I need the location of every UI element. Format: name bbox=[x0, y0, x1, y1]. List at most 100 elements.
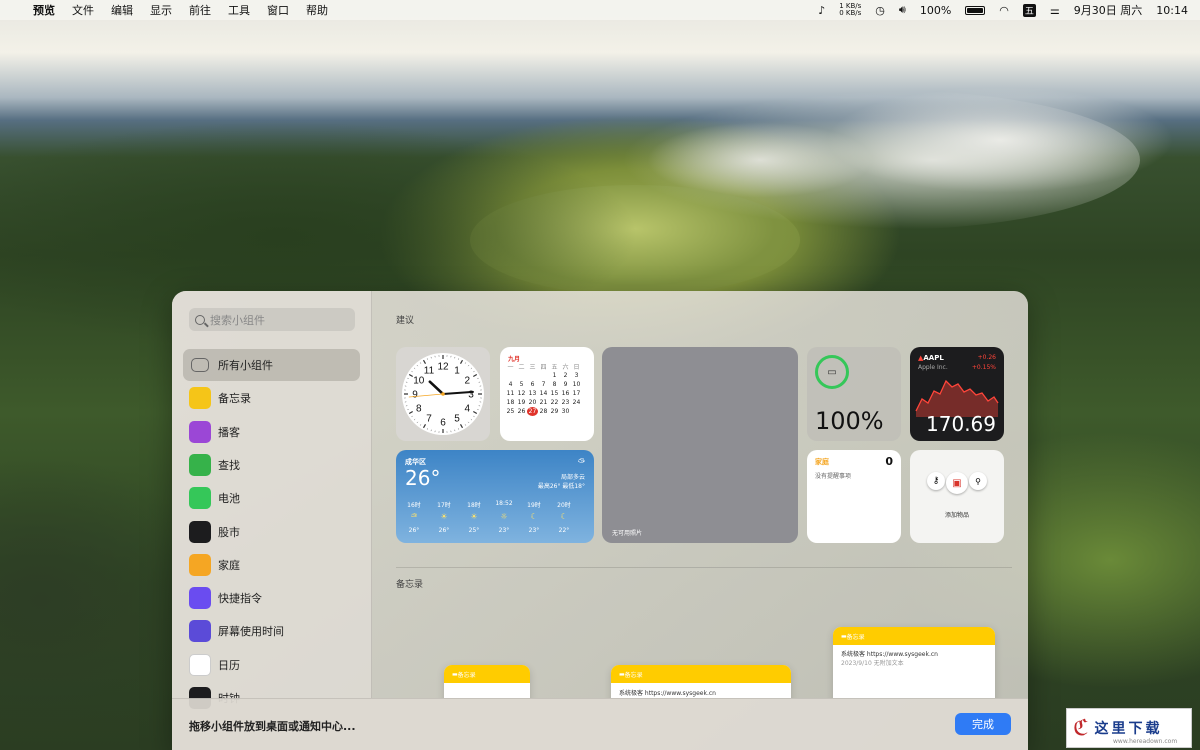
menu-view[interactable]: 显示 bbox=[150, 2, 172, 18]
screen-time-icon bbox=[189, 620, 211, 643]
forecast-weather-icon: ☾ bbox=[530, 512, 538, 521]
clock-number: 9 bbox=[412, 390, 418, 401]
sidebar-item-shortcuts[interactable]: 快捷指令 bbox=[183, 582, 360, 614]
calendar-day: 9 bbox=[563, 381, 568, 388]
sidebar-item-screen-time[interactable]: 屏幕使用时间 bbox=[183, 615, 360, 647]
note-header: 备忘录 bbox=[624, 671, 643, 679]
watermark-logo: ℭ 这里下载 www.hereadown.com bbox=[1066, 708, 1192, 748]
calendar-day bbox=[538, 371, 549, 380]
menu-edit[interactable]: 编辑 bbox=[111, 2, 133, 18]
forecast-weather-icon: ☾ bbox=[560, 512, 568, 521]
wifi-icon[interactable]: ◠ bbox=[999, 4, 1009, 17]
notes-widget-medium[interactable]: ▬ 备忘录 系统极客 https://www.sysgeek.cn bbox=[611, 665, 791, 698]
calendar-day: 8 bbox=[552, 381, 557, 388]
findmy-label: 添加物品 bbox=[944, 512, 969, 519]
note-line2: 2023/9/10 无附加文本 bbox=[841, 660, 904, 667]
sidebar-item-battery[interactable]: 电池 bbox=[183, 482, 360, 514]
calendar-day: 10 bbox=[572, 381, 581, 388]
calendar-weekday: 二 bbox=[518, 364, 525, 371]
findmy-widget[interactable]: ⚷ ▣ ⚲ 添加物品 bbox=[910, 450, 1004, 543]
watermark-swoosh-icon: ℭ bbox=[1073, 715, 1089, 741]
clock-number: 4 bbox=[464, 404, 470, 415]
photos-widget[interactable]: 无可用照片 bbox=[602, 347, 798, 543]
clock-number: 6 bbox=[440, 418, 446, 429]
calendar-widget[interactable]: 九月 一二三四五六日 1 2 3 4 5 6 7 8 9 10 11 12 13 14 15 16 17 18 19 2… bbox=[500, 347, 594, 441]
backpack-icon: ▣ bbox=[946, 472, 968, 494]
sidebar-item-label: 播客 bbox=[218, 425, 240, 439]
notes-widget-small[interactable]: ▬ 备忘录 bbox=[444, 665, 530, 698]
clock-widget[interactable]: 12 1 2 3 4 5 6 7 8 9 10 11 bbox=[396, 347, 490, 441]
calendar-day: 5 bbox=[519, 381, 524, 388]
time-machine-icon[interactable]: ◷ bbox=[875, 4, 885, 17]
forecast-weather-icon: ☀︎ bbox=[440, 512, 448, 521]
sidebar-item-label: 查找 bbox=[218, 458, 240, 472]
sidebar-item-notes[interactable]: 备忘录 bbox=[183, 382, 360, 414]
calendar-day bbox=[516, 371, 527, 380]
calendar-day: 14 bbox=[539, 390, 548, 397]
menu-file[interactable]: 文件 bbox=[72, 2, 94, 18]
sidebar-item-widgets[interactable]: 所有小组件 bbox=[183, 349, 360, 381]
forecast-time: 16时 bbox=[407, 502, 421, 509]
calendar-day bbox=[527, 371, 538, 380]
menu-help[interactable]: 帮助 bbox=[306, 2, 328, 18]
calendar-day: 15 bbox=[550, 390, 559, 397]
input-method-icon[interactable]: 五 bbox=[1022, 3, 1036, 17]
music-icon[interactable]: ♪ bbox=[818, 4, 825, 17]
calendar-day: 19 bbox=[517, 399, 526, 406]
menu-go[interactable]: 前往 bbox=[189, 2, 211, 18]
calendar-day: 27 bbox=[527, 407, 538, 416]
battery-percent[interactable]: 100% bbox=[920, 4, 951, 17]
sidebar-item-label: 日历 bbox=[218, 658, 240, 672]
sidebar-item-podcasts[interactable]: 播客 bbox=[183, 416, 360, 448]
weather-widget[interactable]: 成华区 26° ⛅︎ 局部多云 最高26° 最低18° 16时 ⛅︎ 26° 17时 ☀… bbox=[396, 450, 594, 543]
forecast-temp: 23° bbox=[528, 527, 540, 534]
calendar-weekday: 三 bbox=[529, 364, 536, 371]
done-button[interactable]: 完成 bbox=[955, 713, 1011, 735]
search-field[interactable]: 搜索小组件 bbox=[189, 308, 355, 331]
battery-widget[interactable]: ▭ 100% bbox=[807, 347, 901, 441]
clock-number: 5 bbox=[454, 414, 460, 425]
weather-cond: 局部多云 bbox=[560, 474, 585, 481]
sidebar-item-find-my[interactable]: 查找 bbox=[183, 449, 360, 481]
weather-temp: 26° bbox=[405, 466, 441, 490]
home-widget[interactable]: 家庭 0 没有提醒事项 bbox=[807, 450, 901, 543]
sidebar-item-stocks[interactable]: 股市 bbox=[183, 516, 360, 548]
calendar-day bbox=[571, 407, 582, 416]
menu-window[interactable]: 窗口 bbox=[267, 2, 289, 18]
key-icon: ⚷ bbox=[927, 472, 945, 490]
note-header: 备忘录 bbox=[457, 671, 476, 679]
menu-time[interactable]: 10:14 bbox=[1156, 4, 1188, 17]
stocks-icon bbox=[189, 520, 211, 543]
control-center-icon[interactable]: ⚌ bbox=[1050, 4, 1060, 17]
notes-widget-large[interactable]: ▬ 备忘录 系统极客 https://www.sysgeek.cn 2023/9… bbox=[833, 627, 995, 698]
menu-date[interactable]: 9月30日 周六 bbox=[1074, 2, 1143, 18]
battery-value: 100% bbox=[815, 407, 884, 435]
stocks-widget[interactable]: ▲AAPL Apple Inc. +0.26 +0.15% 170.69 bbox=[910, 347, 1004, 441]
forecast-time: 18时 bbox=[467, 502, 481, 509]
calendar-day: 24 bbox=[572, 399, 581, 406]
calendar-day: 23 bbox=[561, 399, 570, 406]
volume-icon[interactable]: 🔊︎ bbox=[899, 3, 906, 17]
home-text: 没有提醒事项 bbox=[815, 473, 852, 480]
clock-face: 12 1234567891011 bbox=[402, 353, 484, 435]
sidebar-item-home[interactable]: 家庭 bbox=[183, 549, 360, 581]
battery-icon[interactable] bbox=[965, 5, 986, 15]
sidebar-item-label: 快捷指令 bbox=[218, 592, 262, 606]
menu-app-preview[interactable]: 预览 bbox=[33, 2, 55, 18]
widget-gallery-panel: 搜索小组件 所有小组件备忘录播客查找电池股市家庭快捷指令屏幕使用时间日历时钟 建… bbox=[172, 291, 1028, 750]
sidebar-item-label: 所有小组件 bbox=[218, 359, 273, 372]
menu-tools[interactable]: 工具 bbox=[228, 2, 250, 18]
calendar-grid: 一二三四五六日 1 2 3 4 5 6 7 8 9 10 11 12 13 14 15 16 17 18 19 20 21… bbox=[505, 362, 582, 416]
forecast-temp: 25° bbox=[468, 527, 480, 534]
calendar-day: 2 bbox=[563, 372, 568, 379]
search-icon bbox=[195, 314, 205, 325]
menu-bar: 预览 文件 编辑 显示 前往 工具 窗口 帮助 ♪ 1 KB/s 0 KB/s ◷… bbox=[0, 0, 1200, 20]
calendar-weekday: 六 bbox=[562, 364, 569, 371]
network-speed[interactable]: 1 KB/s 0 KB/s bbox=[839, 3, 861, 17]
battery-icon bbox=[189, 487, 211, 510]
forecast-weather-icon: ⛅︎ bbox=[410, 512, 418, 521]
sidebar-item-calendar[interactable]: 日历 bbox=[183, 649, 360, 681]
home-icon bbox=[189, 553, 211, 576]
calendar-day: 1 bbox=[552, 372, 557, 379]
calendar-day: 18 bbox=[506, 399, 515, 406]
